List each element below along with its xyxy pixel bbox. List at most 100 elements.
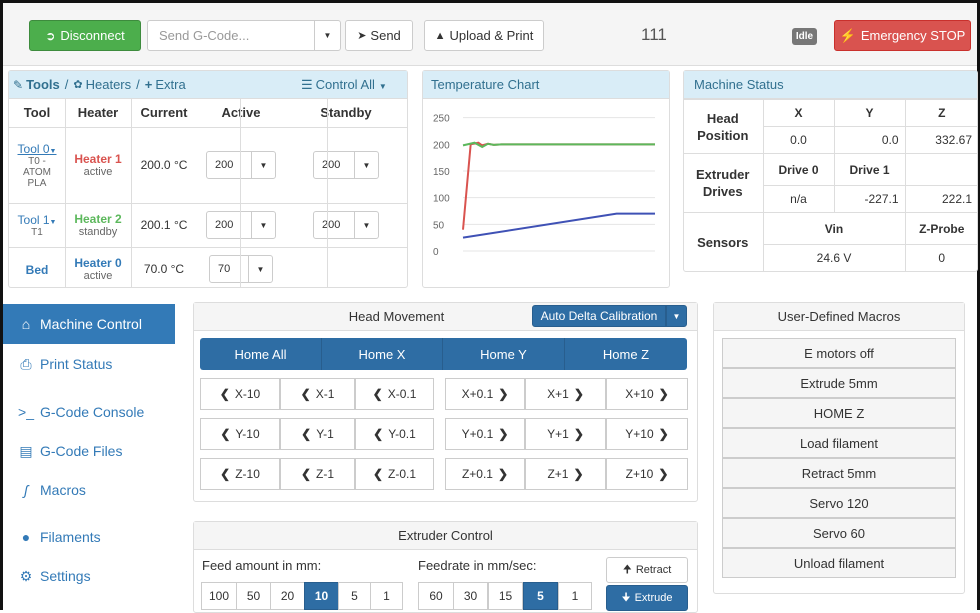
feedrate-option[interactable]: 5	[523, 582, 558, 610]
active-temp-select[interactable]: 70 ▼	[209, 255, 273, 284]
y-tick-label: 100	[433, 194, 450, 205]
macro-item[interactable]: Servo 60	[722, 518, 956, 548]
extrude-button[interactable]: 🠋 Extrude	[606, 585, 688, 611]
gcode-history-dropdown[interactable]: ▼	[314, 20, 341, 51]
move-button[interactable]: Y+1 ❯	[525, 418, 606, 450]
chevron-left-icon: ❮	[372, 387, 383, 401]
sidebar-item-print-status[interactable]: ⎙ Print Status	[3, 344, 175, 384]
gcode-input[interactable]: Send G-Code...	[147, 20, 315, 51]
move-label: Y+0.1	[461, 427, 494, 441]
tab-extra[interactable]: Extra	[155, 77, 185, 92]
tool-1-dropdown[interactable]: Tool 1▼	[9, 213, 65, 227]
feedrate-option[interactable]: 15	[488, 582, 523, 610]
tool-desc: T0 -	[28, 155, 46, 167]
move-button[interactable]: X+1 ❯	[525, 378, 606, 410]
feed-amount-option[interactable]: 50	[236, 582, 271, 610]
tools-panel: ✎ Tools / ✿ Heaters / + Extra ☰ Control A…	[8, 70, 408, 291]
tab-heaters[interactable]: Heaters	[86, 77, 132, 92]
sidebar-item-label: Macros	[40, 482, 86, 498]
home-z-button[interactable]: Home Z	[565, 338, 687, 370]
move-button[interactable]: Y+10 ❯	[606, 418, 688, 450]
retract-button[interactable]: 🠉 Retract	[606, 557, 688, 583]
bed-cell[interactable]: Bed	[9, 246, 65, 291]
z-probe-header: Z-Probe	[904, 212, 978, 245]
sign-out-icon: ➲	[45, 28, 56, 43]
heater-cell[interactable]: Heater 2 standby	[65, 202, 131, 247]
move-label: Y+10	[625, 427, 654, 441]
heater-name: Heater 0	[74, 256, 122, 271]
z-value: 332.67	[904, 126, 978, 154]
globe-icon: ●	[21, 529, 31, 545]
move-button[interactable]: Y+0.1 ❯	[445, 418, 525, 450]
move-button[interactable]: Z+10 ❯	[606, 458, 688, 490]
tab-tools[interactable]: Tools	[26, 77, 60, 92]
col-divider	[65, 99, 66, 287]
sidebar-item-macros[interactable]: ʃ Macros	[3, 470, 175, 510]
machine-status-header: Machine Status	[684, 71, 977, 99]
feedrate-option[interactable]: 60	[418, 582, 454, 610]
move-button[interactable]: Z+0.1 ❯	[445, 458, 525, 490]
current-temp: 200.1 °C	[131, 202, 197, 247]
active-temp-select[interactable]: 200 ▼	[206, 151, 276, 179]
standby-temp-select[interactable]: 200 ▼	[313, 151, 379, 179]
calibration-dropdown[interactable]: ▼	[666, 305, 687, 327]
emergency-stop-button[interactable]: ⚡ Emergency STOP	[834, 20, 971, 51]
sidebar-item-gcode-console[interactable]: >_ G-Code Console	[3, 392, 175, 432]
heater-cell[interactable]: Heater 0 active	[65, 246, 131, 291]
tools-table-header: Tool Heater Current Active Standby	[9, 99, 407, 127]
move-button[interactable]: ❮ X-10	[200, 378, 280, 410]
macro-item[interactable]: Retract 5mm	[722, 458, 956, 488]
sidebar-item-filaments[interactable]: ● Filaments	[3, 517, 175, 557]
move-label: Z-10	[235, 467, 260, 481]
move-button[interactable]: ❮ Y-1	[280, 418, 355, 450]
upload-print-button[interactable]: ▲ Upload & Print	[424, 20, 544, 51]
standby-temp-select[interactable]: 200 ▼	[313, 211, 379, 239]
send-button[interactable]: ➤ Send	[345, 20, 413, 51]
macro-item[interactable]: HOME Z	[722, 398, 956, 428]
control-all-dropdown[interactable]: ☰ Control All ▼	[301, 77, 387, 93]
macro-item[interactable]: Servo 120	[722, 488, 956, 518]
home-all-button[interactable]: Home All	[200, 338, 322, 370]
feed-amount-option[interactable]: 20	[270, 582, 305, 610]
macro-item[interactable]: Unload filament	[722, 548, 956, 578]
sidebar-item-gcode-files[interactable]: ▤ G-Code Files	[3, 431, 175, 471]
move-button[interactable]: ❮ Z-1	[280, 458, 355, 490]
feed-amount-option[interactable]: 100	[201, 582, 237, 610]
move-button[interactable]: ❮ Y-0.1	[355, 418, 434, 450]
current-temp: 200.0 °C	[131, 126, 197, 203]
move-button[interactable]: X+0.1 ❯	[445, 378, 525, 410]
feed-amount-option[interactable]: 10	[304, 582, 339, 610]
tool-0-dropdown[interactable]: Tool 0▼	[9, 142, 65, 156]
feed-amount-option[interactable]: 1	[370, 582, 403, 610]
sidebar-item-settings[interactable]: ⚙ Settings	[3, 556, 175, 596]
home-y-button[interactable]: Home Y	[443, 338, 565, 370]
move-button[interactable]: ❮ Z-0.1	[355, 458, 434, 490]
move-button[interactable]: ❮ X-0.1	[355, 378, 434, 410]
disconnect-button[interactable]: ➲ Disconnect	[29, 20, 141, 51]
machine-status-title: Machine Status	[694, 77, 784, 92]
sidebar-item-machine-control[interactable]: ⌂ Machine Control	[3, 304, 175, 344]
heater-name: Heater 1	[74, 152, 122, 166]
feedrate-option[interactable]: 1	[558, 582, 592, 610]
chevron-right-icon: ❯	[498, 427, 509, 441]
move-button[interactable]: ❮ Y-10	[200, 418, 280, 450]
move-button[interactable]: ❮ Z-10	[200, 458, 280, 490]
caret-down-icon: ▼	[672, 311, 681, 321]
move-button[interactable]: X+10 ❯	[606, 378, 688, 410]
home-x-button[interactable]: Home X	[322, 338, 443, 370]
move-button[interactable]: Z+1 ❯	[525, 458, 606, 490]
macro-item[interactable]: Extrude 5mm	[722, 368, 956, 398]
feedrate-option[interactable]: 30	[453, 582, 488, 610]
heater-cell[interactable]: Heater 1 active	[65, 126, 131, 203]
auto-delta-calibration-button[interactable]: Auto Delta Calibration	[532, 305, 666, 327]
active-temp-select[interactable]: 200 ▼	[206, 211, 276, 239]
plus-icon: +	[144, 77, 153, 92]
wrench-icon: ✎	[13, 77, 24, 92]
macro-item[interactable]: E motors off	[722, 338, 956, 368]
chevron-left-icon: ❮	[300, 387, 311, 401]
move-button[interactable]: ❮ X-1	[280, 378, 355, 410]
caret-down-icon: ▼	[251, 152, 275, 178]
drives-label: Drives	[702, 184, 743, 199]
macro-item[interactable]: Load filament	[722, 428, 956, 458]
feed-amount-option[interactable]: 5	[338, 582, 371, 610]
